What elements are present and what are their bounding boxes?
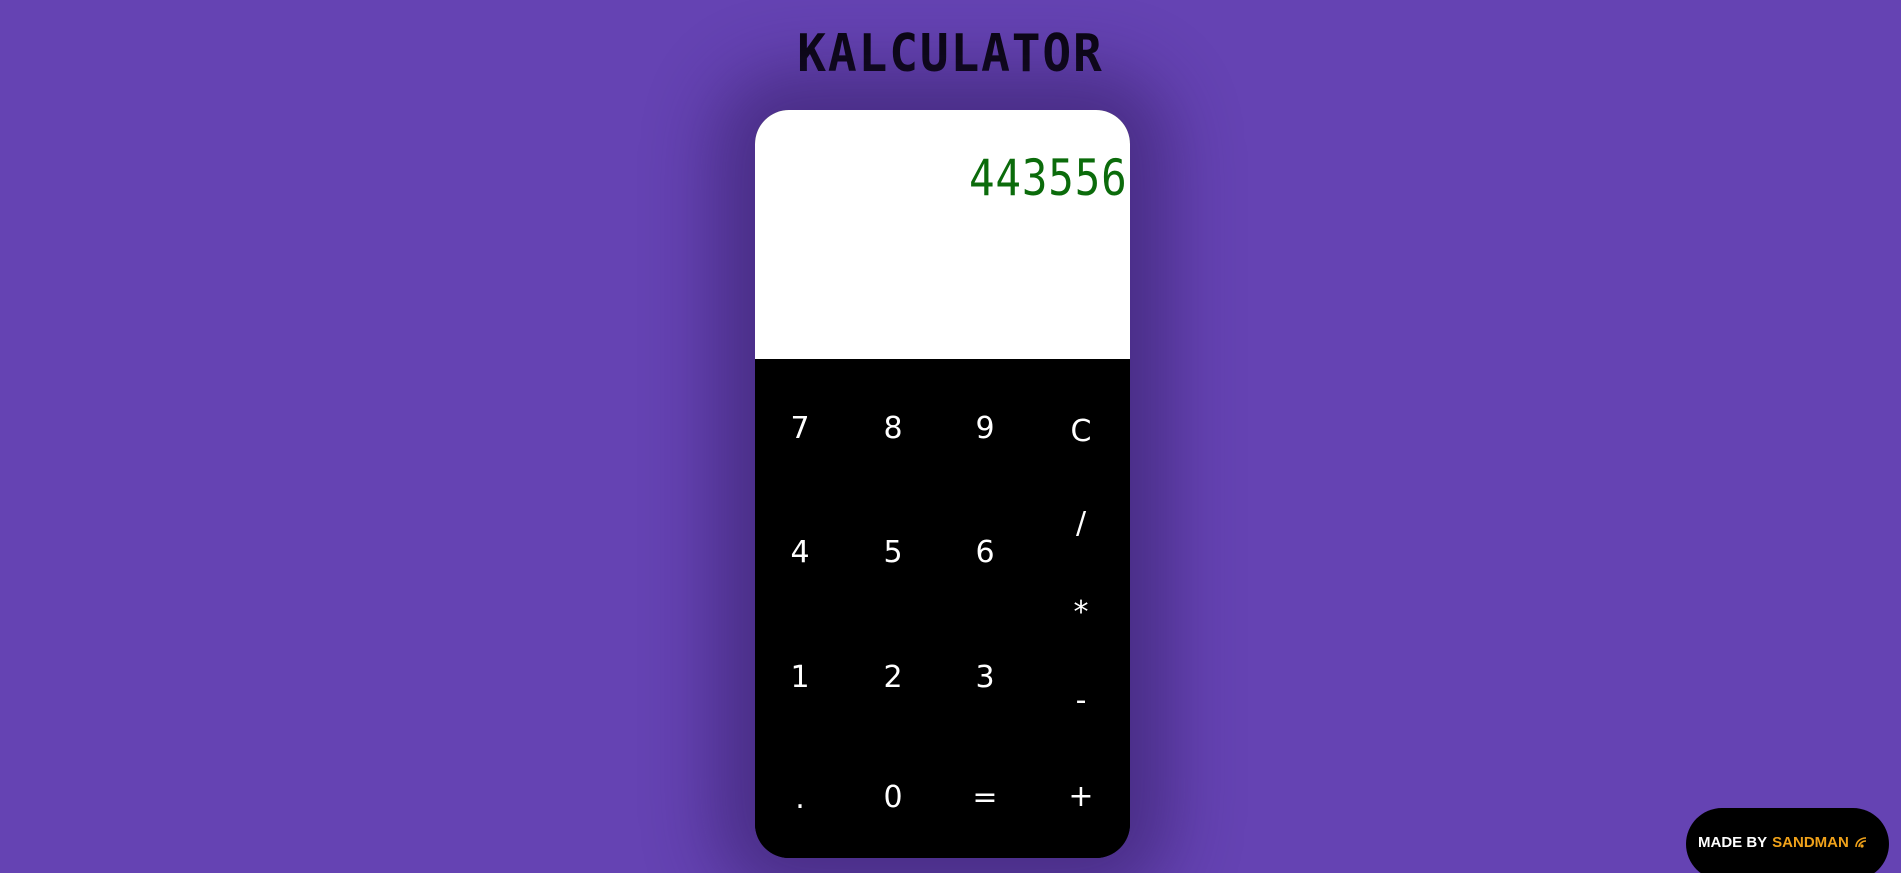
key-6[interactable]: 6 [955, 522, 1015, 582]
equals-button[interactable]: = [955, 767, 1015, 827]
subtract-button[interactable]: - [1051, 670, 1111, 730]
display-value: 443556 [969, 149, 1128, 207]
calculator: 443556 7 8 9 C 4 5 6 / * 1 2 3 - . 0 = + [755, 110, 1130, 858]
app-title: KALCULATOR [797, 24, 1104, 84]
key-1[interactable]: 1 [770, 647, 830, 707]
decimal-button[interactable]: . [770, 768, 830, 828]
key-0[interactable]: 0 [863, 767, 923, 827]
key-9[interactable]: 9 [955, 398, 1015, 458]
display-panel: 443556 [755, 110, 1130, 359]
key-8[interactable]: 8 [863, 398, 923, 458]
key-5[interactable]: 5 [863, 522, 923, 582]
credit-prefix: MADE BY [1698, 834, 1768, 851]
key-7[interactable]: 7 [770, 398, 830, 458]
key-4[interactable]: 4 [770, 522, 830, 582]
clear-button[interactable]: C [1051, 401, 1111, 461]
add-button[interactable]: + [1051, 766, 1111, 826]
keypad: 7 8 9 C 4 5 6 / * 1 2 3 - . 0 = + [755, 359, 1130, 858]
multiply-button[interactable]: * [1051, 582, 1111, 642]
divide-button[interactable]: / [1051, 493, 1111, 553]
credit-badge[interactable]: MADE BY SANDMAN [1686, 808, 1889, 873]
key-2[interactable]: 2 [863, 647, 923, 707]
key-3[interactable]: 3 [955, 647, 1015, 707]
credit-author: SANDMAN [1772, 834, 1849, 851]
wave-icon [1853, 834, 1869, 855]
